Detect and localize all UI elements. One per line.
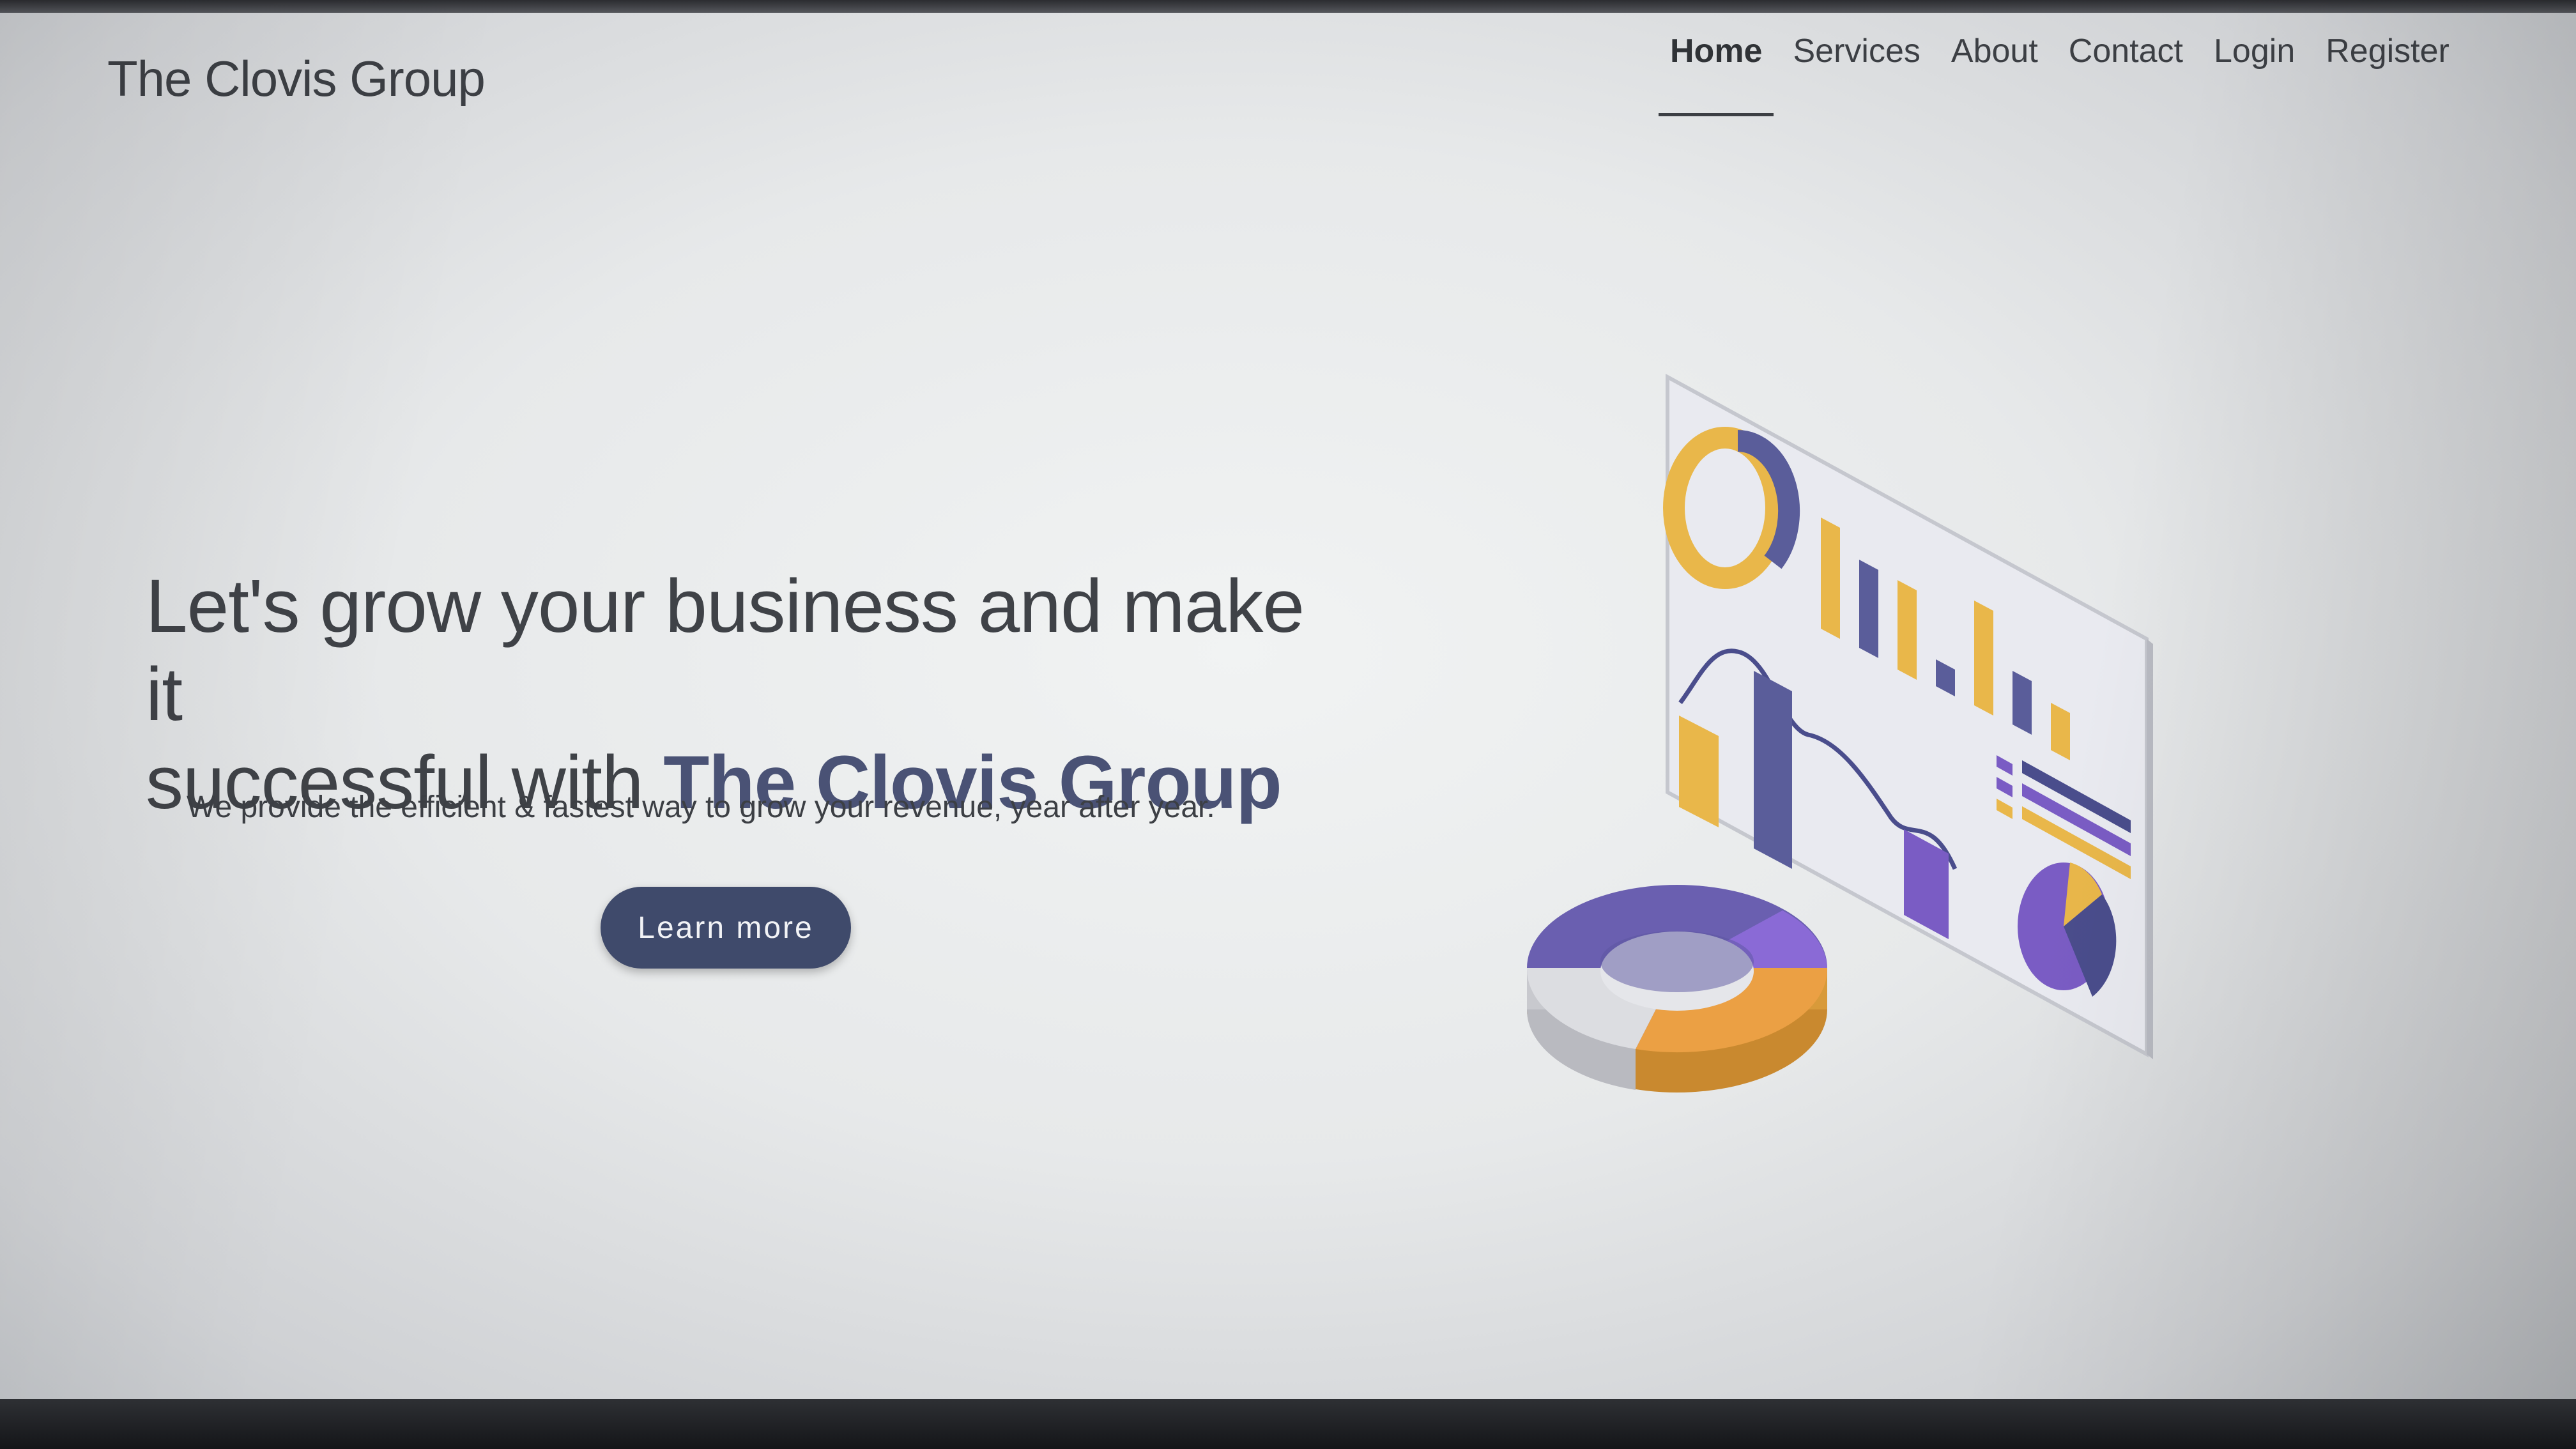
nav-contact[interactable]: Contact <box>2053 26 2198 102</box>
learn-more-button[interactable]: Learn more <box>601 887 851 969</box>
monitor-bezel-top <box>0 0 2576 13</box>
panel-bar <box>1974 601 1993 716</box>
hero-headline-line1: Let's grow your business and make it <box>146 564 1305 737</box>
panel-bar <box>1859 560 1878 658</box>
monitor-bezel-bottom <box>0 1399 2576 1449</box>
panel-bar <box>2012 671 2032 735</box>
floor-donut-hole-shadow <box>1600 931 1754 992</box>
nav-home[interactable]: Home <box>1655 26 1777 116</box>
hero-subtitle: We provide the efficient & fastest way t… <box>187 790 1215 824</box>
site-logo[interactable]: The Clovis Group <box>107 50 486 108</box>
panel-bar <box>1897 580 1917 680</box>
browser-screen: The Clovis Group Home Services About Con… <box>0 0 2576 1449</box>
nav-register[interactable]: Register <box>2310 26 2465 102</box>
dashboard-panel-edge <box>2147 639 2153 1059</box>
nav-login[interactable]: Login <box>2198 26 2310 102</box>
hero-headline: Let's grow your business and make it suc… <box>146 562 1360 827</box>
nav-about[interactable]: About <box>1936 26 2053 102</box>
panel-bar <box>1821 518 1840 639</box>
nav-services[interactable]: Services <box>1777 26 1935 102</box>
panel-bar-navy-large <box>1754 671 1792 869</box>
analytics-dashboard-illustration-icon <box>1526 373 2153 1092</box>
main-nav: Home Services About Contact Login Regist… <box>1655 26 2465 116</box>
